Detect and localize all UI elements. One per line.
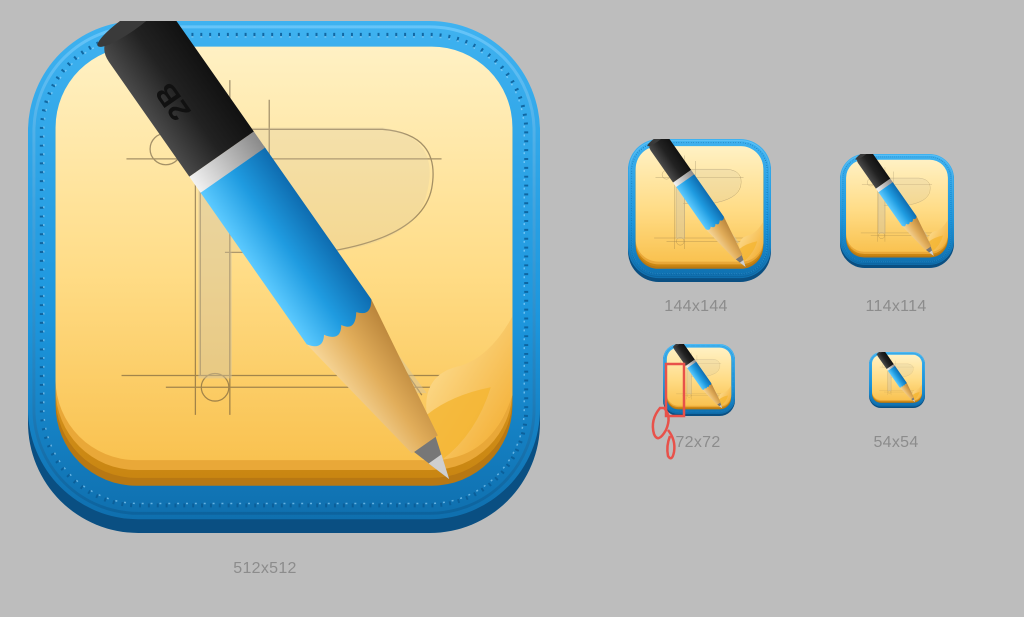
app-icon-54	[869, 352, 925, 408]
pencil-icon	[869, 352, 925, 408]
pencil-icon	[628, 139, 771, 282]
app-icon-512: 2B	[28, 20, 540, 534]
annotation-markup	[651, 362, 686, 460]
pencil-icon: 2B	[28, 20, 540, 534]
size-label-54: 54x54	[873, 434, 919, 451]
size-label-114: 114x114	[865, 298, 927, 315]
app-icon-114	[840, 154, 954, 268]
app-icon-144	[628, 139, 771, 282]
size-label-512: 512x512	[233, 560, 297, 577]
pencil-icon	[840, 154, 954, 268]
size-label-144: 144x144	[664, 298, 728, 315]
annotation-loop	[651, 406, 670, 440]
annotation-rectangle	[664, 362, 686, 418]
annotation-scribble	[666, 429, 676, 460]
